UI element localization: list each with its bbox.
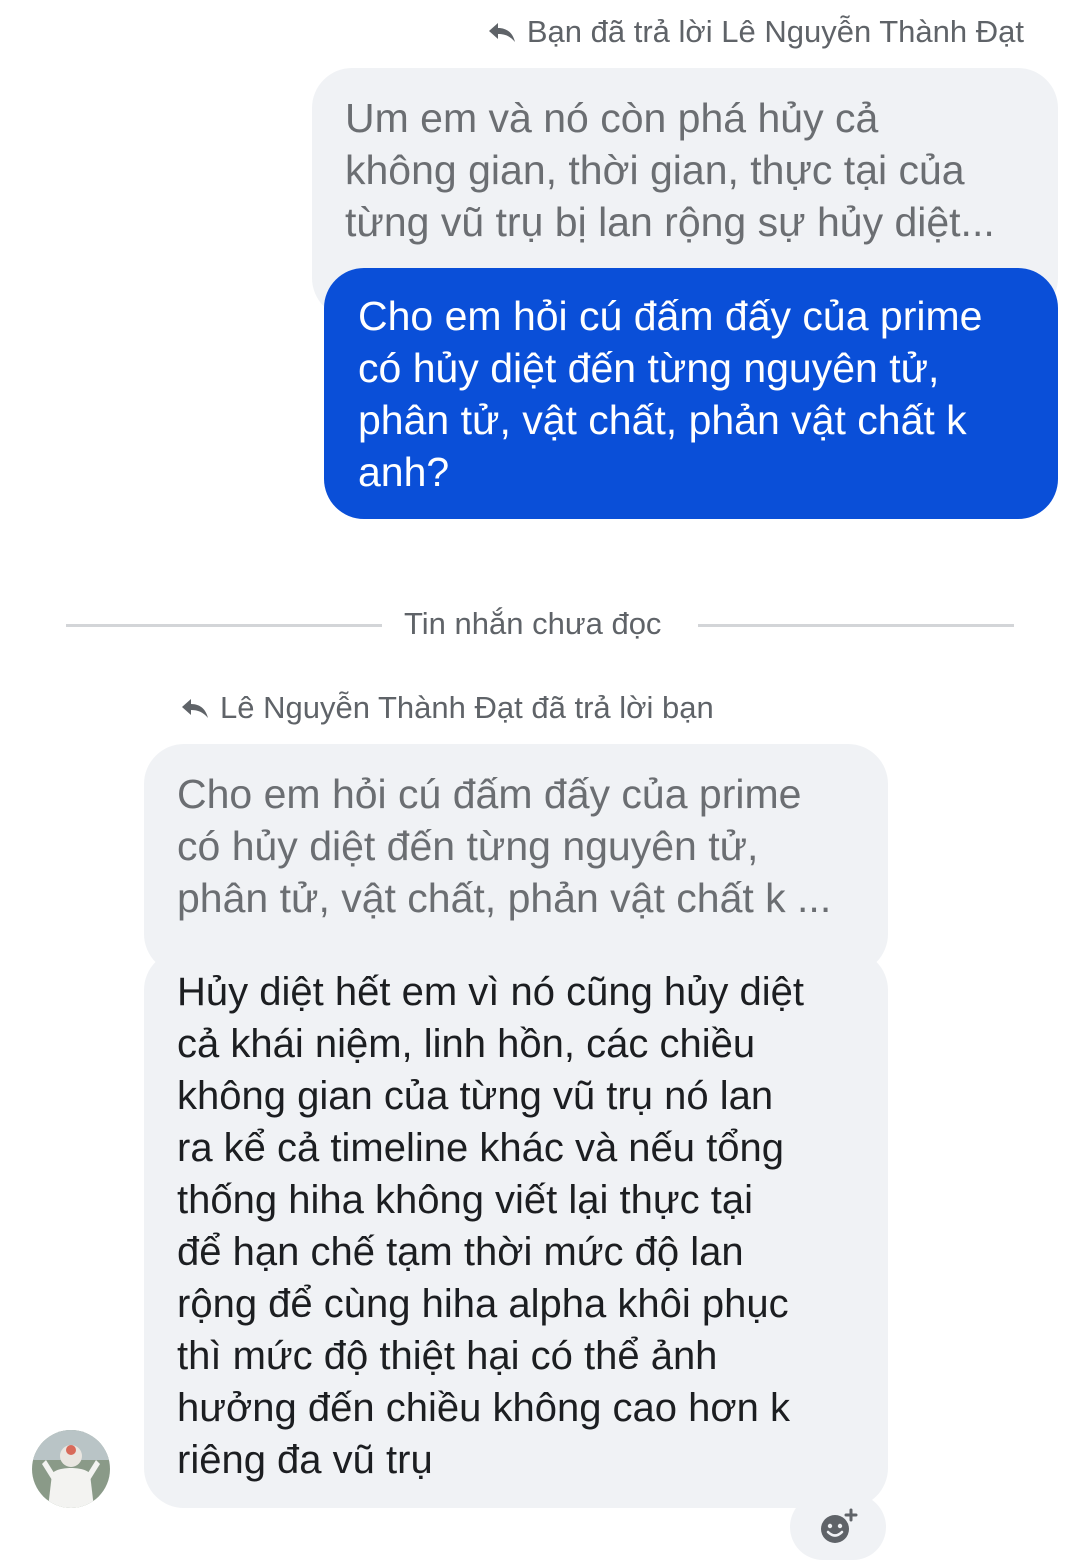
message-line: hưởng đến chiều không cao hơn k xyxy=(177,1386,790,1430)
add-reaction-button[interactable] xyxy=(790,1494,886,1560)
message-line: Hủy diệt hết em vì nó cũng hủy diệt xyxy=(177,970,805,1014)
message-line: rộng để cùng hiha alpha khôi phục xyxy=(177,1282,789,1326)
incoming-reply-text: Lê Nguyễn Thành Đạt đã trả lời bạn xyxy=(220,690,714,725)
message-line: thì mức độ thiệt hại có thể ảnh xyxy=(177,1334,718,1378)
message-line: riêng đa vũ trụ xyxy=(177,1438,433,1482)
user-avatar xyxy=(32,1430,110,1508)
message-line: cả khái niệm, linh hồn, các chiều xyxy=(177,1022,756,1066)
quoted-line: không gian, thời gian, thực tại của xyxy=(345,147,965,193)
quoted-line: phân tử, vật chất, phản vật chất k ... xyxy=(177,875,832,921)
outgoing-reply-text: Bạn đã trả lời Lê Nguyễn Thành Đạt xyxy=(526,14,1024,49)
message-line: phân tử, vật chất, phản vật chất k xyxy=(358,397,967,443)
message-line: không gian của từng vũ trụ nó lan xyxy=(177,1074,774,1118)
quoted-line: Um em và nó còn phá hủy cả xyxy=(345,95,879,141)
quoted-line: từng vũ trụ bị lan rộng sự hủy diệt... xyxy=(345,199,995,245)
message-line: anh? xyxy=(358,449,450,495)
add-reaction-icon xyxy=(821,1508,858,1543)
reply-arrow-icon xyxy=(182,699,208,718)
incoming-quoted-message[interactable]: Cho em hỏi cú đấm đấy của prime có hủy d… xyxy=(144,744,888,974)
message-line: ra kể cả timeline khác và nếu tổng xyxy=(177,1126,785,1170)
sender-avatar[interactable] xyxy=(32,1430,110,1508)
message-line: để hạn chế tạm thời mức độ lan xyxy=(177,1230,744,1274)
divider-line-left xyxy=(66,624,382,627)
message-line: thống hiha không viết lại thực tại xyxy=(177,1178,754,1222)
message-line: có hủy diệt đến từng nguyên tử, xyxy=(358,345,940,391)
sent-message-bubble[interactable]: Cho em hỏi cú đấm đấy của prime có hủy d… xyxy=(324,268,1058,519)
quoted-line: Cho em hỏi cú đấm đấy của prime xyxy=(177,771,802,817)
divider-line-right xyxy=(698,624,1014,627)
outgoing-reply-label: Bạn đã trả lời Lê Nguyễn Thành Đạt xyxy=(487,14,1024,50)
unread-divider-label: Tin nhắn chưa đọc xyxy=(404,606,662,641)
quoted-line: có hủy diệt đến từng nguyên tử, xyxy=(177,823,759,869)
reply-arrow-icon xyxy=(488,23,515,42)
incoming-reply-label: Lê Nguyễn Thành Đạt đã trả lời bạn xyxy=(180,690,714,726)
message-line: Cho em hỏi cú đấm đấy của prime xyxy=(358,293,983,339)
received-message-bubble[interactable]: Hủy diệt hết em vì nó cũng hủy diệt cả k… xyxy=(144,950,888,1508)
